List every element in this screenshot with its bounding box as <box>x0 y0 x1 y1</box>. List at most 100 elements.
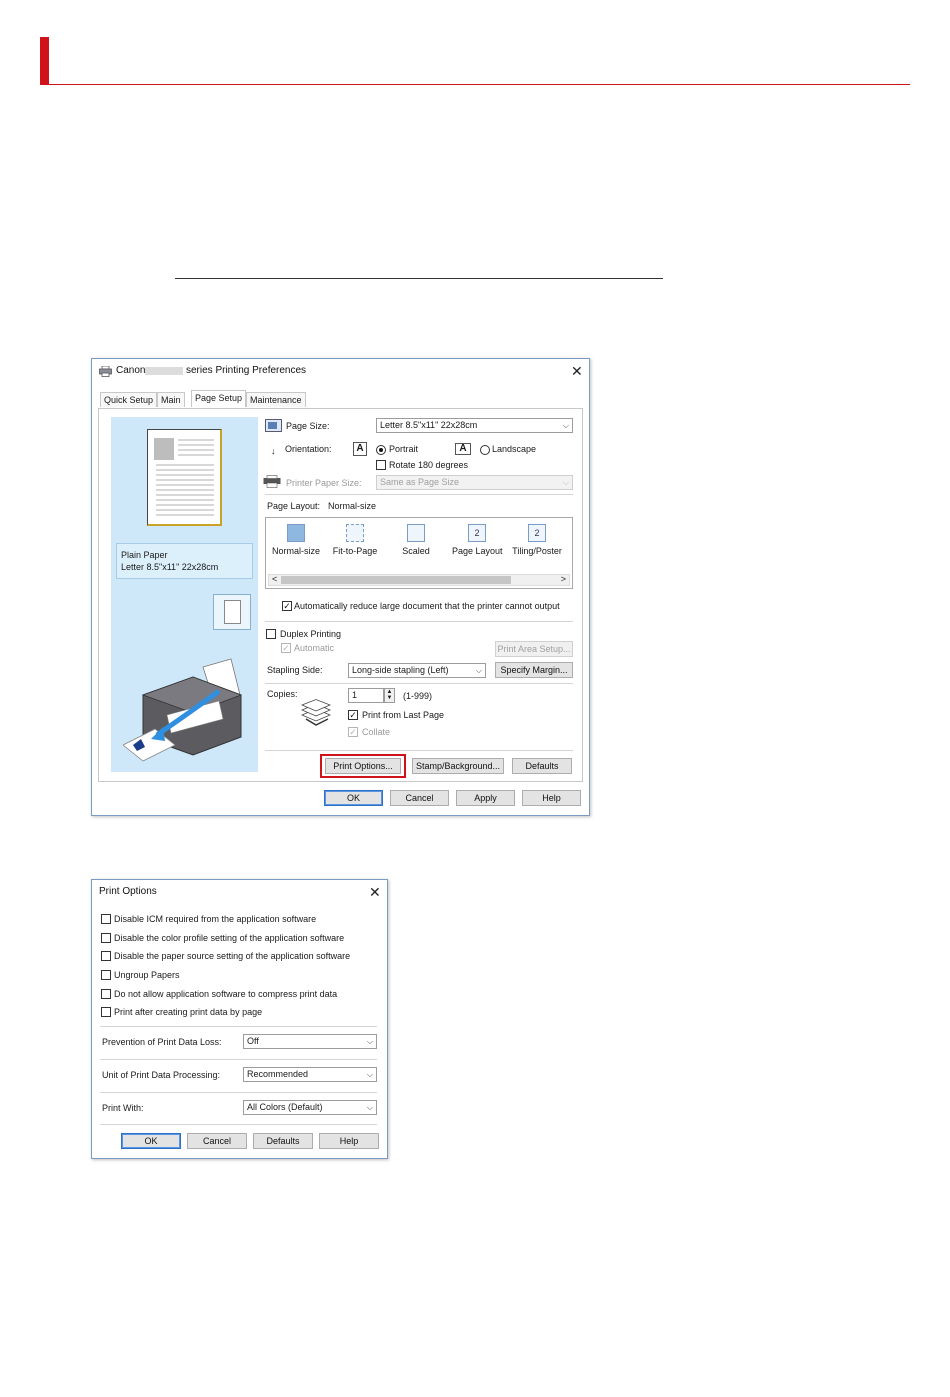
ungroup-papers-checkbox[interactable] <box>101 970 111 980</box>
printer-paper-size-label: Printer Paper Size: <box>286 478 362 488</box>
heading-accent-bar <box>40 37 49 85</box>
print-by-page-checkbox[interactable] <box>101 1007 111 1017</box>
chevron-down-icon: ⌵ <box>562 421 569 430</box>
stapling-side-select[interactable]: Long-side stapling (Left) ⌵ <box>348 663 486 678</box>
scroll-right-icon[interactable]: > <box>561 574 566 584</box>
page-size-select[interactable]: Letter 8.5"x11" 22x28cm ⌵ <box>376 418 573 433</box>
printing-preferences-window: Canon series Printing Preferences ✕ Quic… <box>91 358 590 816</box>
landscape-radio[interactable] <box>480 445 490 455</box>
print-area-setup-button[interactable]: Print Area Setup... <box>495 641 573 657</box>
scrollbar-thumb[interactable] <box>281 576 511 584</box>
page-size-icon <box>265 419 282 432</box>
apply-button[interactable]: Apply <box>456 790 515 806</box>
disable-paper-source-checkbox[interactable] <box>101 951 111 961</box>
cancel-button[interactable]: Cancel <box>390 790 449 806</box>
duplex-printing-label: Duplex Printing <box>280 629 342 639</box>
chevron-down-icon: ⌵ <box>366 1103 373 1112</box>
heading-rule <box>40 84 910 85</box>
layout-normal-size[interactable]: Normal-size <box>271 524 321 556</box>
print-by-page-label: Print after creating print data by page <box>114 1007 263 1017</box>
layout-scaled[interactable]: Scaled <box>391 524 441 556</box>
disable-icm-checkbox[interactable] <box>101 914 111 924</box>
paper-feed-icon <box>213 594 251 630</box>
page-size-value: Letter 8.5"x11" 22x28cm <box>380 420 478 430</box>
spin-down-icon[interactable]: ▼ <box>387 695 393 701</box>
tab-main[interactable]: Main <box>157 392 185 407</box>
dialog-defaults-button[interactable]: Defaults <box>253 1133 313 1149</box>
printer-paper-size-value: Same as Page Size <box>380 477 460 487</box>
unit-processing-value: Recommended <box>247 1069 309 1079</box>
specify-margin-button[interactable]: Specify Margin... <box>495 662 573 678</box>
copies-spinner[interactable]: ▲ ▼ <box>384 688 395 703</box>
orientation-label: Orientation: <box>285 444 332 454</box>
disable-color-profile-label: Disable the color profile setting of the… <box>114 933 345 943</box>
page-size-label: Page Size: <box>286 421 330 431</box>
rotate-180-label: Rotate 180 degrees <box>389 460 469 470</box>
automatic-label: Automatic <box>294 643 335 653</box>
landscape-orientation-icon: A <box>455 443 471 455</box>
printer-icon <box>99 366 112 377</box>
defaults-button[interactable]: Defaults <box>512 758 572 774</box>
automatic-checkbox[interactable]: ✓ <box>281 643 291 653</box>
stamp-background-button[interactable]: Stamp/Background... <box>412 758 504 774</box>
separator <box>265 683 573 684</box>
page-layout-list: Normal-size Fit-to-Page Scaled 2 Page La… <box>265 517 573 589</box>
layout-scrollbar[interactable]: < > <box>268 574 570 586</box>
portrait-radio[interactable] <box>376 445 386 455</box>
print-options-button[interactable]: Print Options... <box>325 758 401 774</box>
layout-tiling-poster[interactable]: 2 Tiling/Poster <box>512 524 562 556</box>
layout-label: Scaled <box>402 546 430 556</box>
separator <box>100 1026 377 1027</box>
copies-input[interactable]: 1 <box>348 688 384 703</box>
tab-quick-setup[interactable]: Quick Setup <box>100 392 158 407</box>
stapling-side-label: Stapling Side: <box>267 665 323 675</box>
prevention-select[interactable]: Off ⌵ <box>243 1034 377 1049</box>
dialog-cancel-button[interactable]: Cancel <box>187 1133 247 1149</box>
layout-label: Fit-to-Page <box>332 546 378 556</box>
landscape-label: Landscape <box>492 444 537 454</box>
print-with-select[interactable]: All Colors (Default) ⌵ <box>243 1100 377 1115</box>
redacted-model-name <box>145 367 183 375</box>
unit-processing-select[interactable]: Recommended ⌵ <box>243 1067 377 1082</box>
rotate-180-checkbox[interactable] <box>376 460 386 470</box>
disable-color-profile-checkbox[interactable] <box>101 933 111 943</box>
normal-size-icon <box>287 524 305 542</box>
no-compress-checkbox[interactable] <box>101 989 111 999</box>
tab-maintenance[interactable]: Maintenance <box>246 392 306 407</box>
prevention-value: Off <box>247 1036 259 1046</box>
tab-page-setup[interactable]: Page Setup <box>191 390 247 407</box>
separator <box>265 494 573 495</box>
dialog-ok-button[interactable]: OK <box>121 1133 181 1149</box>
close-icon[interactable]: ✕ <box>369 885 381 899</box>
layout-fit-to-page[interactable]: Fit-to-Page <box>330 524 380 556</box>
portrait-orientation-icon: A <box>353 442 367 456</box>
disable-paper-source-label: Disable the paper source setting of the … <box>114 951 351 961</box>
page-layout-label: Page Layout: <box>267 501 321 511</box>
preview-text-lines <box>156 439 214 516</box>
close-icon[interactable]: ✕ <box>571 364 583 378</box>
collate-checkbox[interactable]: ✓ <box>348 727 358 737</box>
print-from-last-page-checkbox[interactable]: ✓ <box>348 710 358 720</box>
dialog-help-button[interactable]: Help <box>319 1133 379 1149</box>
portrait-label: Portrait <box>389 444 419 454</box>
scaled-icon <box>407 524 425 542</box>
fit-to-page-icon <box>346 524 364 542</box>
printer-paper-size-icon <box>263 475 281 488</box>
help-button[interactable]: Help <box>522 790 581 806</box>
printer-paper-size-select[interactable]: Same as Page Size ⌵ <box>376 475 573 490</box>
print-with-value: All Colors (Default) <box>247 1102 323 1112</box>
separator <box>100 1092 377 1093</box>
chevron-down-icon: ⌵ <box>475 666 482 675</box>
page-layout-icon: 2 <box>468 524 486 542</box>
duplex-printing-checkbox[interactable] <box>266 629 276 639</box>
scroll-left-icon[interactable]: < <box>272 574 277 584</box>
page-setup-panel: Plain Paper Letter 8.5"x11" 22x28cm Page… <box>98 408 583 782</box>
layout-page-layout[interactable]: 2 Page Layout <box>452 524 503 556</box>
window-title-suffix: series Printing Preferences <box>186 365 307 376</box>
ungroup-papers-label: Ungroup Papers <box>114 970 180 980</box>
auto-reduce-checkbox[interactable]: ✓ <box>282 601 292 611</box>
copies-value: 1 <box>352 690 358 700</box>
copies-range: (1-999) <box>403 691 433 701</box>
printer-illustration-icon <box>123 658 243 762</box>
ok-button[interactable]: OK <box>324 790 383 806</box>
